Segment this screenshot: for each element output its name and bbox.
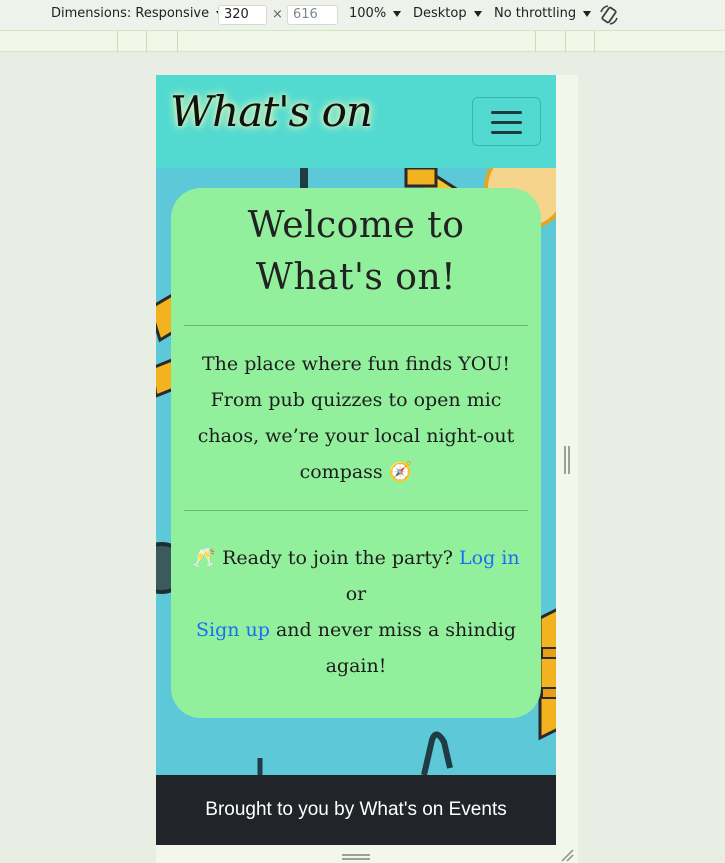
hamburger-bar (491, 121, 522, 124)
cta-or: or (345, 583, 367, 605)
welcome-title: Welcome to What's on! (171, 200, 541, 304)
hero-section: Welcome to What's on! The place where fu… (156, 168, 556, 775)
media-query-marker[interactable] (594, 31, 595, 52)
media-query-marker[interactable] (177, 31, 178, 52)
zoom-dropdown[interactable]: 100% (349, 6, 402, 21)
throttling-label: No throttling (494, 6, 577, 21)
brand-logo[interactable]: What's on (170, 87, 373, 136)
dimensions-label: Dimensions: Responsive (51, 6, 210, 21)
chevron-down-icon (583, 10, 592, 17)
zoom-label: 100% (349, 6, 387, 21)
login-link[interactable]: Log in (459, 547, 520, 569)
dimensions-dropdown[interactable]: Dimensions: Responsive (51, 6, 225, 21)
tagline-line: compass 🧭 (299, 461, 413, 483)
chevron-down-icon (393, 10, 402, 17)
media-query-marker[interactable] (535, 31, 536, 52)
device-type-label: Desktop (413, 6, 467, 21)
emulated-viewport: What's on Welcome to What's on! The plac… (156, 75, 556, 845)
navbar-toggle-button[interactable] (472, 97, 541, 146)
dimension-separator: × (272, 7, 283, 22)
welcome-title-line: Welcome to (247, 205, 465, 246)
media-query-marker[interactable] (117, 31, 118, 52)
signup-link[interactable]: Sign up (196, 619, 270, 641)
welcome-tagline: The place where fun finds YOU! From pub … (185, 346, 527, 490)
width-input[interactable]: 320 (218, 5, 267, 25)
media-query-bar (0, 30, 725, 52)
cta-suffix: again! (325, 655, 387, 677)
hamburger-bar (491, 131, 522, 134)
welcome-card: Welcome to What's on! The place where fu… (171, 188, 541, 718)
card-divider (184, 510, 528, 511)
rotate-icon[interactable] (598, 4, 620, 26)
chevron-down-icon (473, 10, 482, 17)
devtools-device-toolbar: Dimensions: Responsive 320 × 616 100% De… (0, 0, 725, 30)
tagline-line: chaos, we’re your local night-out (197, 425, 515, 447)
resize-handle-bottom[interactable] (342, 854, 370, 860)
card-divider (184, 325, 528, 326)
cta-suffix: and never miss a shindig (269, 619, 517, 641)
resize-corner-icon[interactable] (560, 848, 574, 862)
tagline-line: The place where fun finds YOU! (202, 353, 510, 375)
site-navbar: What's on (156, 75, 556, 168)
call-to-action: 🥂 Ready to join the party? Log in or Sig… (185, 540, 527, 684)
cta-prefix: 🥂 Ready to join the party? (192, 547, 460, 569)
welcome-title-line: What's on! (255, 257, 457, 298)
device-type-dropdown[interactable]: Desktop (413, 6, 482, 21)
height-input[interactable]: 616 (287, 5, 338, 25)
throttling-dropdown[interactable]: No throttling (494, 6, 592, 21)
tagline-line: From pub quizzes to open mic (210, 389, 502, 411)
hamburger-bar (491, 111, 522, 114)
resize-handle-right[interactable] (564, 446, 570, 474)
media-query-marker[interactable] (146, 31, 147, 52)
site-footer: Brought to you by What's on Events (156, 775, 556, 845)
media-query-marker[interactable] (565, 31, 566, 52)
